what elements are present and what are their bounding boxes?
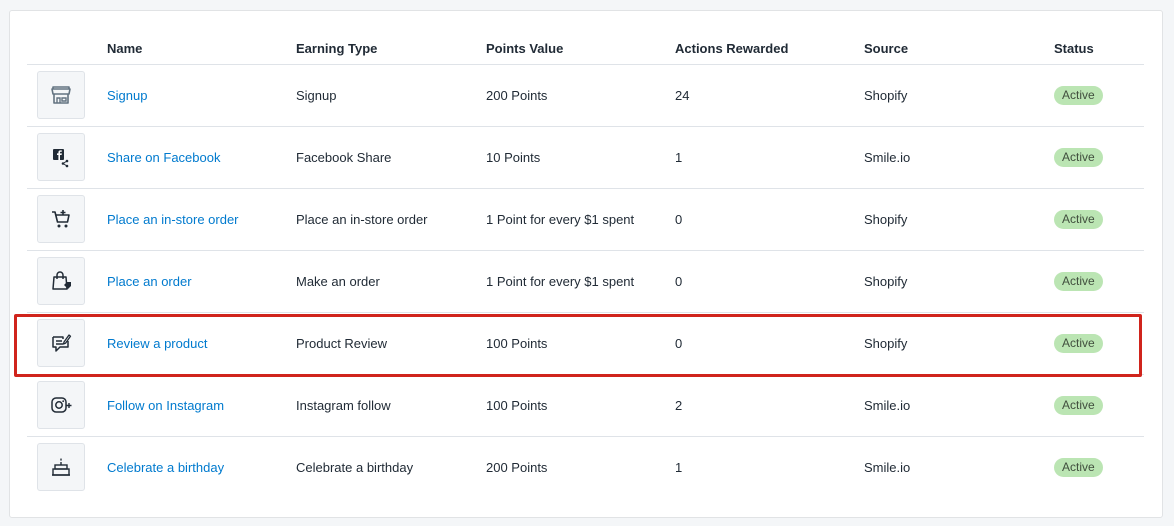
status-badge: Active bbox=[1054, 396, 1103, 415]
row-thumbnail bbox=[37, 381, 85, 429]
instagram-follow-icon bbox=[51, 397, 72, 413]
earning-type-cell: Product Review bbox=[296, 336, 388, 351]
table-header: Name Earning Type Points Value Actions R… bbox=[10, 11, 1162, 64]
storefront-icon bbox=[51, 86, 71, 104]
status-badge: Active bbox=[1054, 86, 1103, 105]
source-cell: Shopify bbox=[864, 212, 908, 227]
actions-rewarded-cell: 1 bbox=[675, 150, 683, 165]
status-badge: Active bbox=[1054, 458, 1103, 477]
row-thumbnail bbox=[37, 195, 85, 243]
earning-type-cell: Celebrate a birthday bbox=[296, 460, 414, 475]
column-header-name[interactable]: Name bbox=[107, 41, 142, 56]
earning-rules-table-card: Name Earning Type Points Value Actions R… bbox=[9, 10, 1163, 518]
status-badge: Active bbox=[1054, 334, 1103, 353]
source-cell: Smile.io bbox=[864, 398, 911, 413]
source-cell: Smile.io bbox=[864, 460, 911, 475]
rule-name-link[interactable]: Celebrate a birthday bbox=[107, 437, 224, 499]
row-thumbnail bbox=[37, 133, 85, 181]
earning-type-cell: Place an in-store order bbox=[296, 212, 428, 227]
table-row[interactable]: Place an in-store order Place an in-stor… bbox=[27, 188, 1144, 250]
row-thumbnail bbox=[37, 257, 85, 305]
column-header-source[interactable]: Source bbox=[864, 41, 908, 56]
table-row[interactable]: Signup Signup 200 Points 24 Shopify Acti… bbox=[27, 64, 1144, 126]
points-value-cell: 1 Point for every $1 spent bbox=[486, 274, 635, 289]
birthday-cake-icon bbox=[52, 458, 70, 476]
status-badge: Active bbox=[1054, 210, 1103, 229]
points-value-cell: 10 Points bbox=[486, 150, 541, 165]
table-row[interactable]: Celebrate a birthday Celebrate a birthda… bbox=[27, 436, 1144, 499]
earning-type-cell: Make an order bbox=[296, 274, 380, 289]
actions-rewarded-cell: 0 bbox=[675, 274, 683, 289]
shopping-bag-icon bbox=[52, 271, 71, 290]
status-badge: Active bbox=[1054, 148, 1103, 167]
earning-type-cell: Signup bbox=[296, 88, 337, 103]
table-row[interactable]: Share on Facebook Facebook Share 10 Poin… bbox=[27, 126, 1144, 188]
rule-name-link[interactable]: Follow on Instagram bbox=[107, 375, 224, 437]
table-row[interactable]: Review a product Product Review 100 Poin… bbox=[27, 312, 1144, 374]
row-thumbnail bbox=[37, 319, 85, 367]
column-header-actions-rewarded[interactable]: Actions Rewarded bbox=[675, 41, 788, 56]
earning-type-cell: Facebook Share bbox=[296, 150, 392, 165]
points-value-cell: 1 Point for every $1 spent bbox=[486, 212, 635, 227]
source-cell: Shopify bbox=[864, 88, 908, 103]
points-value-cell: 100 Points bbox=[486, 336, 548, 351]
table-row[interactable]: Place an order Make an order 1 Point for… bbox=[27, 250, 1144, 312]
actions-rewarded-cell: 0 bbox=[675, 336, 683, 351]
column-header-points-value[interactable]: Points Value bbox=[486, 41, 563, 56]
actions-rewarded-cell: 1 bbox=[675, 460, 683, 475]
facebook-share-icon bbox=[53, 149, 69, 168]
row-thumbnail bbox=[37, 71, 85, 119]
source-cell: Shopify bbox=[864, 274, 908, 289]
status-badge: Active bbox=[1054, 272, 1103, 291]
actions-rewarded-cell: 2 bbox=[675, 398, 683, 413]
shopping-cart-icon bbox=[52, 210, 70, 228]
actions-rewarded-cell: 0 bbox=[675, 212, 683, 227]
rule-name-link[interactable]: Share on Facebook bbox=[107, 127, 220, 189]
column-header-status[interactable]: Status bbox=[1054, 41, 1094, 56]
points-value-cell: 200 Points bbox=[486, 460, 548, 475]
review-icon bbox=[52, 334, 72, 352]
rule-name-link[interactable]: Place an order bbox=[107, 251, 192, 313]
source-cell: Smile.io bbox=[864, 150, 911, 165]
points-value-cell: 200 Points bbox=[486, 88, 548, 103]
actions-rewarded-cell: 24 bbox=[675, 88, 690, 103]
earning-type-cell: Instagram follow bbox=[296, 398, 391, 413]
column-header-earning-type[interactable]: Earning Type bbox=[296, 41, 377, 56]
rule-name-link[interactable]: Signup bbox=[107, 65, 147, 127]
source-cell: Shopify bbox=[864, 336, 908, 351]
table-row[interactable]: Follow on Instagram Instagram follow 100… bbox=[27, 374, 1144, 436]
rule-name-link[interactable]: Review a product bbox=[107, 313, 207, 375]
rule-name-link[interactable]: Place an in-store order bbox=[107, 189, 239, 251]
row-thumbnail bbox=[37, 443, 85, 491]
points-value-cell: 100 Points bbox=[486, 398, 548, 413]
